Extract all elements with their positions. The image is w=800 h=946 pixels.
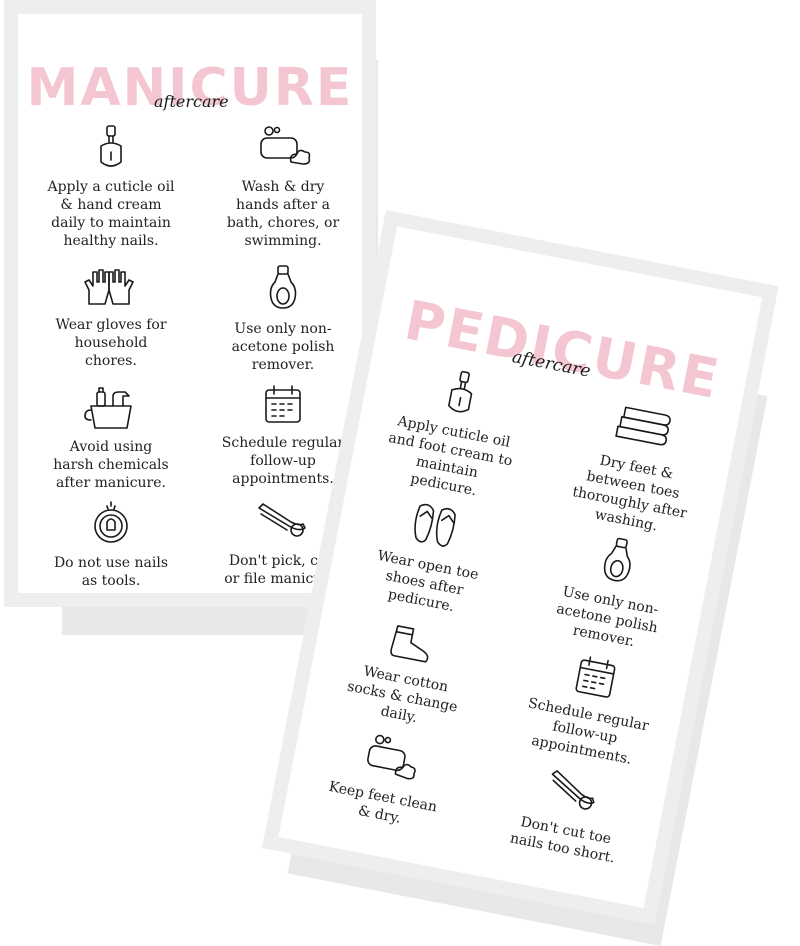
towels-icon [615, 406, 671, 446]
manicure-item-wash-hands: Wash & dry hands after a bath, chores, o… [198, 124, 368, 250]
manicure-item-cuticle-oil: Apply a cuticle oil & hand cream daily t… [26, 124, 196, 250]
manicure-card: MANICURE aftercare Apply a cuticle oil &… [4, 0, 376, 607]
pedicure-item-text: Keep feet clean & dry. [327, 778, 439, 827]
cuticle-oil-bottle-icon [100, 125, 122, 167]
soap-bar-icon [367, 734, 416, 780]
pedicure-item-clean-feet: Keep feet clean & dry. [294, 719, 478, 840]
calendar-icon [575, 656, 616, 698]
polish-remover-bottle-icon [269, 265, 297, 309]
pedicure-item-toe-nails: Don't cut toe nails too short. [477, 755, 661, 874]
nail-tool-icon [94, 501, 128, 543]
manicure-item-text: Wear gloves for household chores. [55, 317, 167, 369]
manicure-item-text: Wash & dry hands after a bath, chores, o… [226, 179, 340, 249]
manicure-item-chemicals: Avoid using harsh chemicals after manicu… [26, 382, 196, 492]
manicure-item-polish-remover: Use only non- acetone polish remover. [198, 264, 368, 374]
manicure-item-text: Use only non- acetone polish remover. [231, 321, 335, 373]
manicure-item-gloves: Wear gloves for household chores. [26, 264, 196, 370]
manicure-item-nails-tools: Do not use nails as tools. [26, 500, 196, 590]
gloves-icon [84, 269, 134, 305]
calendar-icon [265, 385, 301, 423]
socks-icon [390, 625, 429, 663]
pedicure-item-cuticle-oil: Apply cuticle oil and foot cream to main… [358, 354, 549, 510]
pedicure-item-open-toe: Wear open toe shoes after pedicure. [336, 486, 524, 626]
manicure-subtitle: aftercare [154, 92, 229, 111]
pedicure-item-socks: Wear cotton socks & change daily. [314, 603, 501, 739]
flip-flops-icon [414, 503, 456, 547]
pedicure-item-dry-feet: Dry feet & between toes thoroughly after… [541, 389, 732, 545]
polish-remover-bottle-icon [603, 537, 631, 582]
manicure-item-text: Avoid using harsh chemicals after manicu… [53, 439, 169, 491]
cuticle-oil-bottle-icon [448, 370, 473, 413]
soap-bar-icon [260, 126, 311, 165]
pedicure-item-polish-remover: Use only non- acetone polish remover. [518, 521, 706, 661]
manicure-item-text: Apply a cuticle oil & hand cream daily t… [47, 179, 175, 249]
pedicure-item-text: Don't cut toe nails too short. [508, 814, 617, 867]
manicure-item-text: Do not use nails as tools. [53, 555, 169, 589]
pedicure-item-appointments: Schedule regular follow-up appointments. [496, 639, 683, 775]
cleaning-bucket-icon [84, 387, 132, 429]
nail-clipper-icon [551, 770, 595, 810]
nail-clipper-icon [258, 503, 306, 537]
